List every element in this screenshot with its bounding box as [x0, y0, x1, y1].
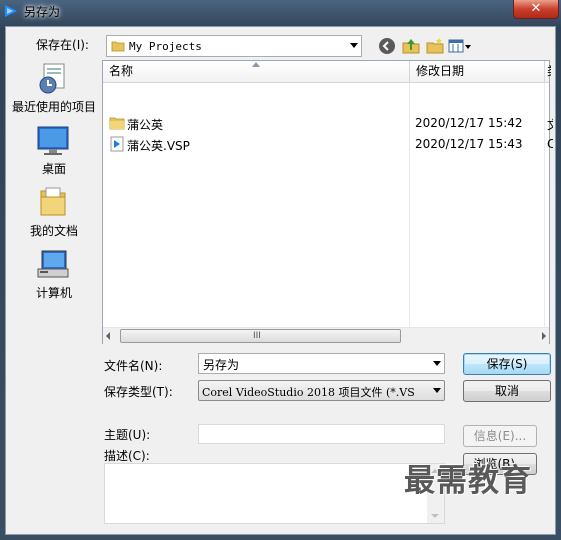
place-label-recent: 最近使用的项目 — [11, 100, 96, 114]
file-row[interactable]: 蒲公英.VSP 2020/12/17 15:43 C — [103, 134, 553, 154]
place-computer[interactable]: 计算机 — [6, 245, 102, 305]
save-button[interactable]: 保存(S) — [463, 353, 551, 375]
close-button[interactable]: ✕ — [513, 0, 559, 19]
file-name: 蒲公英.VSP — [127, 139, 190, 153]
filetype-select[interactable]: Corel VideoStudio 2018 项目文件 (*.VS — [198, 380, 445, 401]
my-documents-icon — [40, 187, 66, 216]
file-type: 文 — [547, 116, 553, 133]
recent-items-icon — [39, 63, 65, 94]
chevron-down-icon[interactable] — [350, 43, 358, 48]
subject-input[interactable] — [198, 424, 445, 444]
file-row[interactable]: 蒲公英 2020/12/17 15:42 文 — [103, 113, 553, 133]
filetype-value: Corel VideoStudio 2018 项目文件 (*.VS — [202, 386, 415, 399]
back-icon[interactable] — [377, 36, 397, 56]
scroll-left-icon[interactable] — [106, 332, 110, 340]
desktop-icon — [37, 126, 69, 155]
place-desktop[interactable]: 桌面 — [6, 121, 102, 181]
file-type: C — [547, 137, 553, 151]
place-label-documents: 我的文档 — [29, 224, 78, 238]
info-button: 信息(E)... — [463, 425, 537, 447]
chevron-down-icon[interactable] — [433, 388, 441, 393]
computer-icon — [37, 250, 69, 278]
lookin-combo[interactable]: My Projects — [106, 35, 362, 57]
watermark: 最需教育 — [404, 463, 532, 499]
column-header-date[interactable]: 修改日期 — [410, 61, 544, 82]
videostudio-file-icon — [110, 136, 124, 152]
file-date: 2020/12/17 15:43 — [415, 137, 523, 151]
filename-value: 另存为 — [203, 358, 240, 372]
file-list[interactable]: 名称 修改日期 类 蒲公英 2020/12/17 15:42 文 蒲公英.VSP… — [102, 60, 553, 344]
places-bar: 最近使用的项目 桌面 我的文档 计算机 — [6, 59, 102, 345]
place-recent-items[interactable]: 最近使用的项目 — [6, 59, 102, 119]
scroll-down-icon[interactable] — [431, 514, 439, 518]
scroll-right-icon[interactable] — [542, 332, 546, 340]
subject-label: 主题(U): — [104, 428, 151, 442]
file-name: 蒲公英 — [127, 118, 164, 132]
new-folder-icon[interactable] — [425, 36, 445, 56]
filename-input[interactable]: 另存为 — [198, 353, 445, 374]
filename-label: 文件名(N): — [104, 359, 163, 373]
place-label-desktop: 桌面 — [41, 162, 66, 176]
title-bar: 另存为 ✕ — [0, 0, 561, 22]
place-my-documents[interactable]: 我的文档 — [6, 183, 102, 243]
place-label-computer: 计算机 — [35, 286, 72, 300]
folder-icon — [109, 117, 125, 130]
scroll-thumb[interactable]: III — [120, 329, 401, 343]
lookin-label: 保存在(I): — [36, 38, 89, 52]
scroll-grip-icon: III — [253, 331, 261, 341]
cancel-button[interactable]: 取消 — [463, 380, 551, 402]
lookin-value: My Projects — [129, 40, 202, 53]
sort-ascending-icon — [252, 62, 260, 67]
window-title: 另存为 — [24, 5, 61, 19]
view-menu-icon[interactable] — [448, 36, 472, 56]
videostudio-app-icon — [5, 5, 17, 17]
up-folder-icon[interactable] — [401, 36, 421, 56]
description-label: 描述(C): — [104, 449, 150, 463]
horizontal-scrollbar[interactable]: III — [103, 327, 549, 344]
column-header-type[interactable]: 类 — [545, 61, 551, 82]
file-date: 2020/12/17 15:42 — [415, 116, 523, 130]
save-as-dialog: 另存为 ✕ 保存在(I): My Projects 最近使用的项目 桌面 我的文… — [0, 0, 561, 540]
folder-icon — [111, 41, 125, 52]
chevron-down-icon[interactable] — [433, 361, 441, 366]
filetype-label: 保存类型(T): — [104, 385, 173, 399]
description-textarea[interactable] — [104, 463, 445, 524]
file-list-header: 名称 修改日期 类 — [103, 61, 551, 83]
